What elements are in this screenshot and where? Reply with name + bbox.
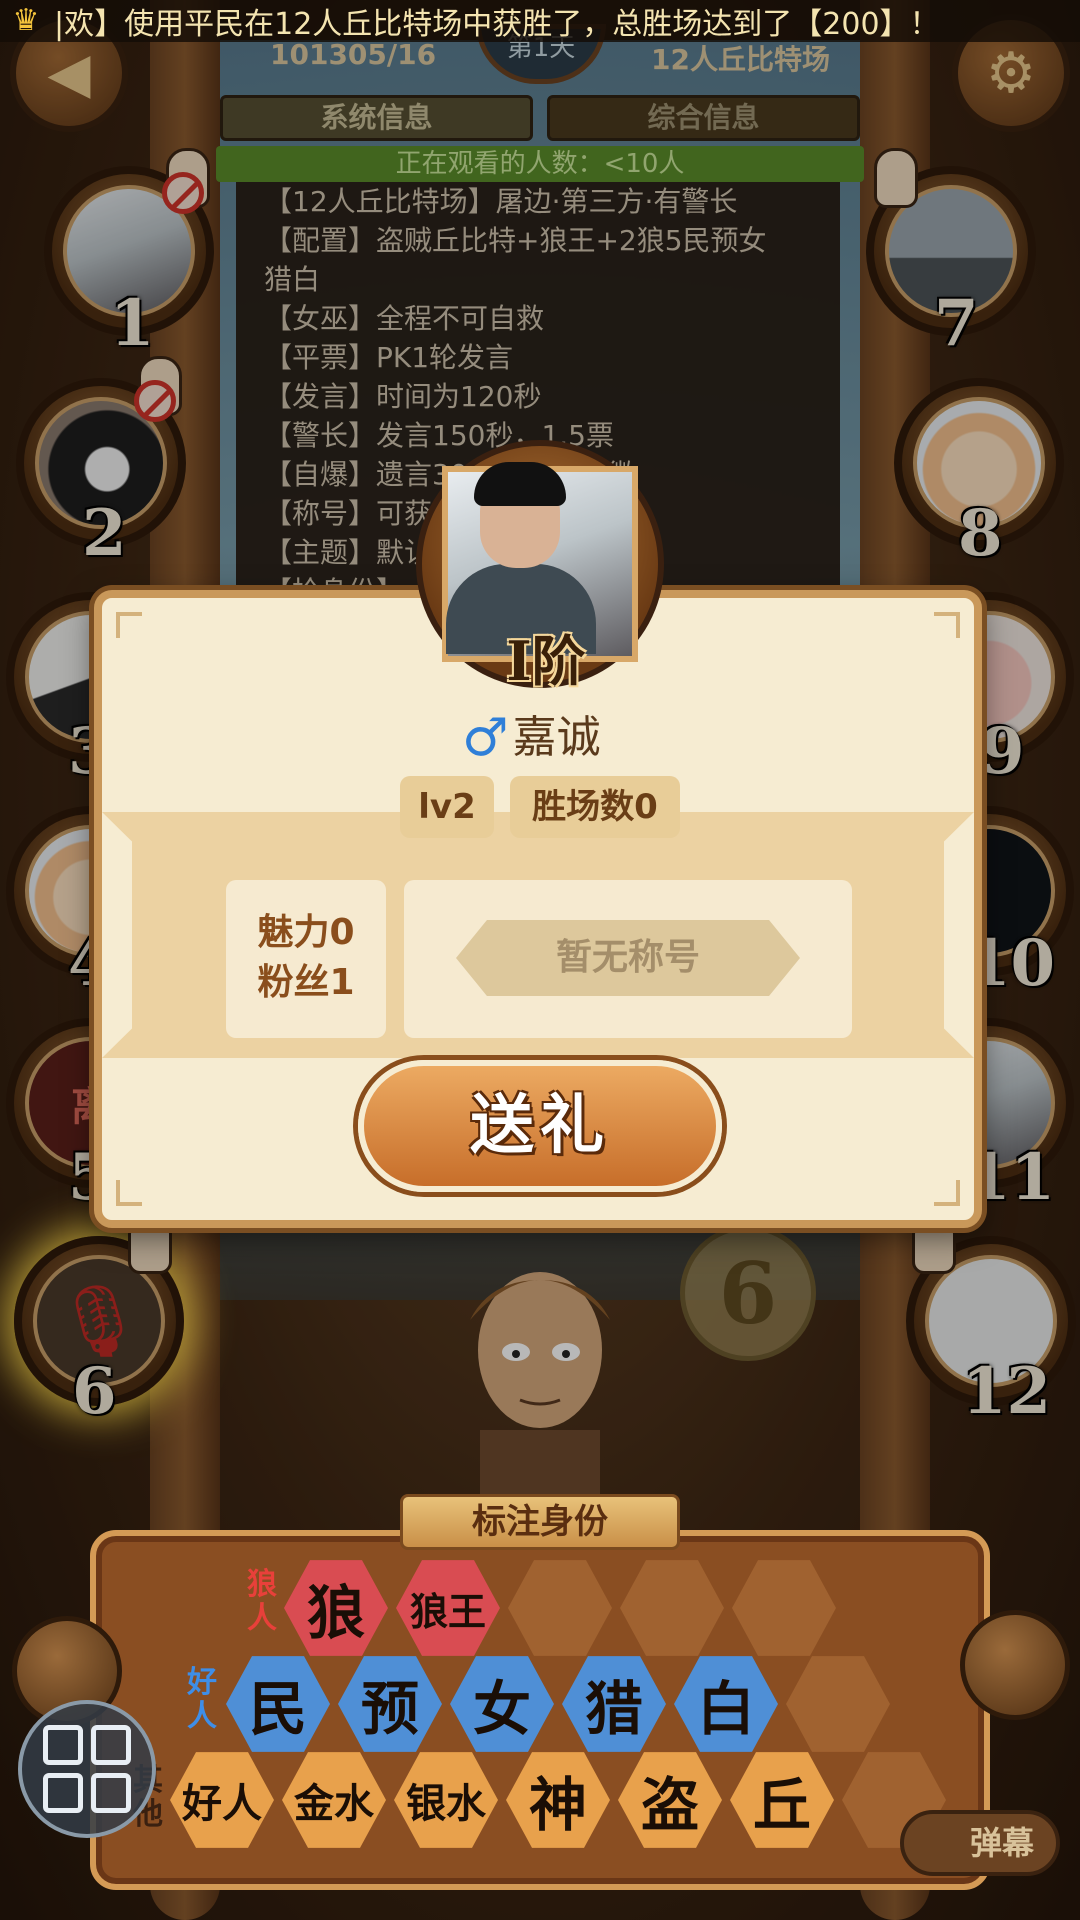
menu-grid-button[interactable] (18, 1700, 156, 1838)
title-ribbon: 暂无称号 (456, 920, 800, 996)
game-screen: ◀ ⚙ 101305/16 12人丘比特场 第1天 系统信息 综合信息 正在观看… (0, 0, 1080, 1920)
charm-value: 魅力0 (257, 912, 355, 953)
mark-label: 狼王 (409, 1589, 486, 1634)
identity-mark-title: 标注身份 (400, 1494, 680, 1550)
charm-fans-box: 魅力0 粉丝1 (226, 880, 386, 1038)
card-corner-ornament (934, 1180, 960, 1206)
rank-badge: I阶 (506, 629, 586, 693)
card-corner-ornament (116, 1180, 142, 1206)
fans-value: 粉丝1 (257, 962, 355, 1003)
grid-icon (43, 1773, 83, 1813)
male-gender-icon: ♂ (462, 708, 509, 768)
banner-text: |欢】使用平民在12人丘比特场中获胜了，总胜场达到了【200】！ (54, 7, 940, 42)
good-row-label: 好人 (187, 1665, 217, 1734)
player-name: 嘉诚 (512, 712, 601, 763)
danmu-button[interactable]: 弹幕 (900, 1810, 1060, 1876)
send-gift-button[interactable]: 送礼 (358, 1060, 722, 1192)
card-corner-ornament (116, 612, 142, 638)
grid-icon (43, 1725, 83, 1765)
wolf-row-label: 狼人 (247, 1567, 277, 1636)
pen-tool-button[interactable] (960, 1610, 1070, 1720)
wins-chip: 胜场数0 (510, 776, 680, 838)
card-corner-ornament (934, 612, 960, 638)
crown-icon: ♛ (12, 3, 40, 38)
level-chip: lv2 (400, 776, 494, 838)
marquee-banner: ♛ |欢】使用平民在12人丘比特场中获胜了，总胜场达到了【200】！ (0, 0, 1080, 42)
grid-icon (91, 1725, 131, 1765)
player-name-row: ♂ 嘉诚 (462, 708, 601, 768)
grid-icon (91, 1773, 131, 1813)
